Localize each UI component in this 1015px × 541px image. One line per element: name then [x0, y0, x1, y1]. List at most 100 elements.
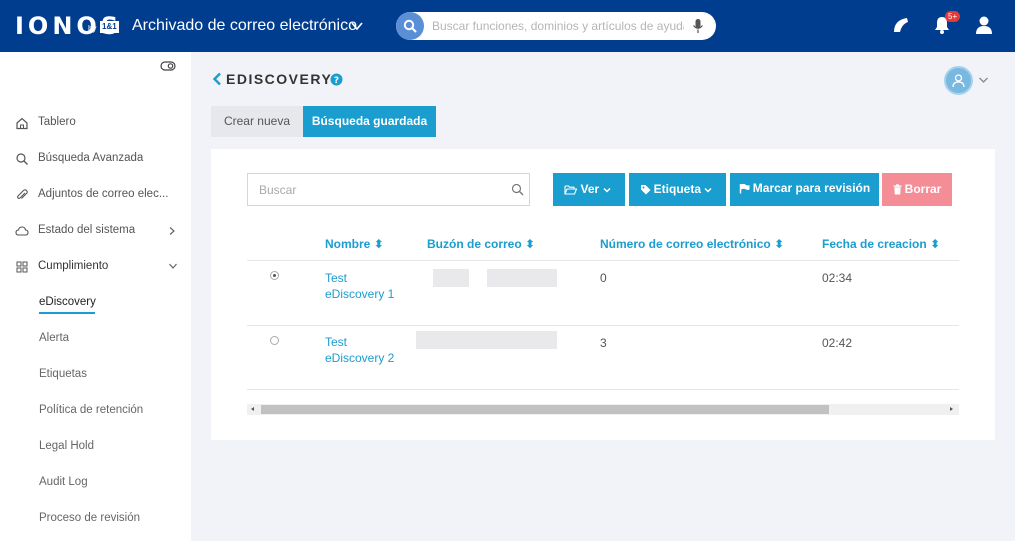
sidebar-item-label: Búsqueda Avanzada — [38, 152, 144, 164]
row-date: 02:34 — [822, 271, 853, 285]
sort-icon: ⬍ — [525, 237, 536, 251]
global-search[interactable] — [396, 12, 716, 40]
chevron-right-icon — [169, 227, 175, 235]
grid-icon — [16, 261, 28, 273]
home-icon — [16, 117, 28, 130]
search-field[interactable] — [247, 173, 530, 206]
scrollbar-thumb[interactable] — [261, 405, 829, 414]
redacted-mailbox — [433, 269, 469, 287]
sort-icon: ⬍ — [774, 237, 785, 251]
sidebar-item-label: Tablero — [38, 116, 76, 128]
microphone-icon[interactable] — [692, 18, 704, 34]
column-header-buzon[interactable]: Buzón de correo ⬍ — [427, 237, 535, 251]
chevron-down-icon[interactable] — [350, 19, 364, 33]
logo-1and1-badge: 1&1 — [100, 21, 119, 33]
sidebar-item-cumplimiento[interactable]: Cumplimiento — [0, 249, 191, 285]
caret-down-icon — [602, 187, 611, 193]
sidebar-item-label: Cumplimiento — [38, 260, 109, 272]
redacted-mailbox — [487, 269, 557, 287]
notifications-badge: 5+ — [945, 11, 961, 22]
row-count: 3 — [600, 336, 607, 350]
etiqueta-button[interactable]: Etiqueta — [629, 173, 726, 206]
search-icon[interactable] — [511, 183, 524, 196]
user-icon[interactable] — [975, 15, 993, 35]
sidebar-subitem-label: Política de retención — [39, 404, 144, 416]
sidebar-subitem-legal-hold[interactable]: Legal Hold — [0, 429, 191, 465]
column-header-fecha[interactable]: Fecha de creacion ⬍ — [822, 237, 940, 251]
flag-icon — [739, 184, 750, 194]
sidebar-subitem-proceso-revision[interactable]: Proceso de revisión — [0, 501, 191, 537]
svg-text:?: ? — [334, 76, 339, 86]
tab-busqueda-guardada[interactable]: Búsqueda guardada — [303, 106, 436, 137]
sidebar-item-label: Adjuntos de correo elec... — [38, 188, 169, 200]
column-header-nombre[interactable]: Nombre ⬍ — [325, 237, 384, 251]
sidebar-subitem-ediscovery[interactable]: eDiscovery — [0, 285, 191, 321]
search-input[interactable] — [259, 181, 499, 199]
marcar-label: Marcar para revisión — [752, 181, 871, 195]
app-title[interactable]: Archivado de correo electrónico — [132, 16, 357, 36]
sidebar-subitem-alerta[interactable]: Alerta — [0, 321, 191, 357]
table-divider — [247, 389, 959, 390]
help-icon[interactable]: ? — [330, 73, 343, 86]
ver-button[interactable]: Ver — [553, 173, 625, 206]
toggle-icon[interactable] — [160, 60, 176, 72]
scroll-right-arrow[interactable] — [950, 407, 953, 411]
caret-down-icon — [704, 187, 712, 193]
row-count: 0 — [600, 271, 607, 285]
sidebar-item-adjuntos[interactable]: Adjuntos de correo elec... — [0, 177, 191, 213]
sidebar-item-tablero[interactable]: Tablero — [0, 105, 191, 141]
sidebar-subitem-label: Alerta — [39, 332, 70, 344]
redacted-mailbox — [416, 331, 557, 349]
sidebar-subitem-label: Legal Hold — [39, 440, 94, 452]
sidebar-item-estado-sistema[interactable]: Estado del sistema — [0, 213, 191, 249]
cloud-icon — [15, 226, 29, 236]
sidebar-subitem-audit-log[interactable]: Audit Log — [0, 465, 191, 501]
sort-icon: ⬍ — [373, 237, 384, 251]
tab-crear-nueva[interactable]: Crear nueva — [211, 106, 303, 137]
tag-icon — [640, 185, 651, 195]
sidebar: Tablero Búsqueda Avanzada Adjuntos de co… — [0, 52, 191, 541]
search-icon — [16, 153, 28, 165]
paperclip-icon — [17, 189, 28, 199]
borrar-label: Borrar — [904, 182, 942, 196]
sidebar-subitem-label: eDiscovery — [39, 296, 96, 308]
borrar-button[interactable]: Borrar — [882, 173, 952, 206]
user-group-icon — [952, 74, 965, 88]
logo-by-text: by — [88, 24, 97, 33]
row-date: 02:42 — [822, 336, 853, 350]
sidebar-subitem-label: Proceso de revisión — [39, 512, 140, 524]
table-divider — [247, 260, 959, 261]
search-button[interactable] — [396, 12, 424, 40]
sort-icon: ⬍ — [930, 237, 941, 251]
column-header-numero[interactable]: Número de correo electrónico ⬍ — [600, 237, 784, 251]
marcar-revision-button[interactable]: Marcar para revisión — [730, 173, 879, 206]
page-title: EDISCOVERY — [226, 71, 333, 87]
chevron-down-icon — [169, 263, 177, 269]
sidebar-item-busqueda-avanzada[interactable]: Búsqueda Avanzada — [0, 141, 191, 177]
horizontal-scrollbar[interactable] — [247, 404, 959, 415]
avatar[interactable] — [944, 66, 973, 95]
folder-open-icon — [564, 185, 578, 195]
row-select-radio[interactable] — [270, 336, 279, 345]
scroll-left-arrow[interactable] — [251, 407, 254, 411]
etiqueta-label: Etiqueta — [653, 182, 701, 196]
results-card: Ver Etiqueta Marcar para revisión Borrar… — [211, 149, 995, 440]
row-name-link[interactable]: Test eDiscovery 1 — [325, 270, 395, 302]
active-indicator — [39, 312, 95, 314]
phone-icon[interactable] — [891, 15, 911, 35]
sidebar-subitem-etiquetas[interactable]: Etiquetas — [0, 357, 191, 393]
row-name-link[interactable]: Test eDiscovery 2 — [325, 334, 395, 366]
global-search-input[interactable] — [432, 16, 684, 36]
trash-icon — [893, 184, 902, 195]
ver-label: Ver — [580, 182, 600, 196]
row-select-radio[interactable] — [270, 271, 279, 280]
back-chevron-icon[interactable] — [212, 72, 223, 86]
sidebar-item-label: Estado del sistema — [38, 224, 136, 236]
sidebar-subitem-label: Audit Log — [39, 476, 88, 488]
sidebar-subitem-politica-retencion[interactable]: Política de retención — [0, 393, 191, 429]
chevron-down-icon[interactable] — [978, 76, 989, 84]
search-icon — [403, 19, 417, 33]
sidebar-subitem-label: Etiquetas — [39, 368, 87, 380]
table-divider — [247, 325, 959, 326]
top-bar: IONOS by 1&1 Archivado de correo electró… — [0, 0, 1015, 52]
